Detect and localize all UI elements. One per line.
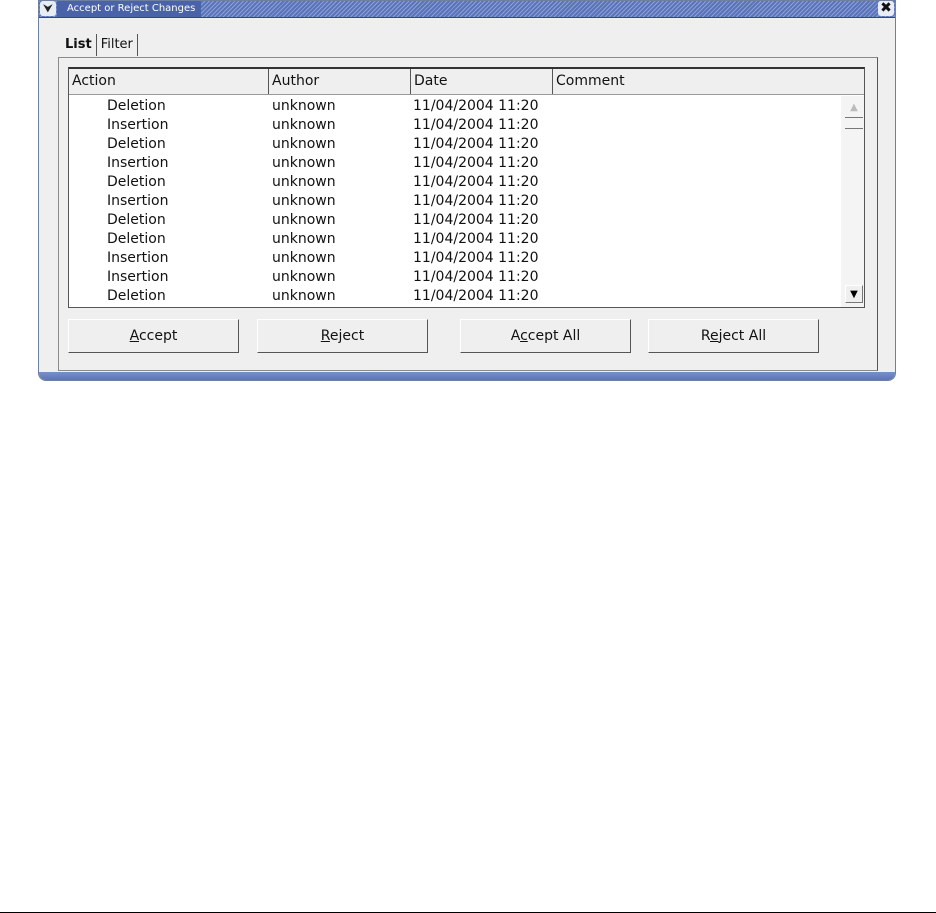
- cell-action: Deletion: [107, 231, 166, 247]
- cell-comment: [553, 230, 840, 249]
- tab-filter[interactable]: Filter: [97, 34, 138, 56]
- close-icon[interactable]: ✖: [878, 1, 894, 16]
- accept-button[interactable]: Accept: [68, 319, 239, 353]
- cell-action: Deletion: [107, 174, 166, 190]
- reject-label-rest: eject: [329, 328, 365, 344]
- cell-action: Insertion: [107, 117, 169, 133]
- cell-date: 11/04/2004 11:20: [413, 136, 539, 152]
- table-row[interactable]: Insertion unknown 11/04/2004 11:20: [69, 116, 840, 135]
- tab-list[interactable]: List: [61, 34, 97, 56]
- cell-date: 11/04/2004 11:20: [413, 250, 539, 266]
- cell-comment: [553, 192, 840, 211]
- table-row[interactable]: Deletion unknown 11/04/2004 11:20: [69, 211, 840, 230]
- cell-date: 11/04/2004 11:20: [413, 193, 539, 209]
- accept-all-label-start: A: [510, 328, 521, 344]
- scroll-up-arrow-icon[interactable]: ▲: [845, 99, 863, 117]
- table-row[interactable]: Deletion unknown 11/04/2004 11:20: [69, 135, 840, 154]
- column-header-comment[interactable]: Comment: [553, 69, 864, 94]
- cell-date: 11/04/2004 11:20: [413, 98, 539, 114]
- action-buttons: Accept Reject Accept All Reject All: [68, 319, 838, 353]
- tab-bar: List Filter: [61, 34, 138, 56]
- table-row[interactable]: Deletion unknown 11/04/2004 11:20: [69, 173, 840, 192]
- cell-comment: [553, 97, 840, 116]
- list-rows: Deletion unknown 11/04/2004 11:20 Insert…: [69, 97, 840, 306]
- reject-all-mnemonic: e: [709, 328, 719, 344]
- cell-date: 11/04/2004 11:20: [413, 174, 539, 190]
- cell-action: Deletion: [107, 212, 166, 228]
- cell-date: 11/04/2004 11:20: [413, 269, 539, 285]
- cell-author: unknown: [272, 98, 336, 114]
- cell-action: Insertion: [107, 250, 169, 266]
- scroll-down-arrow-icon[interactable]: ▼: [845, 285, 863, 303]
- accept-all-mnemonic: c: [520, 328, 528, 344]
- column-header-action[interactable]: Action: [69, 69, 269, 94]
- table-row[interactable]: Insertion unknown 11/04/2004 11:20: [69, 268, 840, 287]
- cell-author: unknown: [272, 155, 336, 171]
- cell-action: Deletion: [107, 136, 166, 152]
- list-header: Action Author Date Comment: [69, 69, 864, 95]
- reject-all-label-rest: ject All: [718, 328, 767, 344]
- window-titlebar[interactable]: ⮟ Accept or Reject Changes ✖: [39, 1, 895, 18]
- cell-comment: [553, 249, 840, 268]
- cell-comment: [553, 268, 840, 287]
- cell-author: unknown: [272, 174, 336, 190]
- cell-author: unknown: [272, 231, 336, 247]
- cell-comment: [553, 173, 840, 192]
- table-row[interactable]: Deletion unknown 11/04/2004 11:20: [69, 97, 840, 116]
- window-menu-icon[interactable]: ⮟: [40, 1, 56, 16]
- cell-author: unknown: [272, 269, 336, 285]
- cell-date: 11/04/2004 11:20: [413, 212, 539, 228]
- cell-author: unknown: [272, 117, 336, 133]
- cell-author: unknown: [272, 212, 336, 228]
- cell-date: 11/04/2004 11:20: [413, 288, 539, 304]
- accept-label-rest: ccept: [138, 328, 178, 344]
- cell-date: 11/04/2004 11:20: [413, 155, 539, 171]
- table-row[interactable]: Deletion unknown 11/04/2004 11:20: [69, 230, 840, 249]
- cell-date: 11/04/2004 11:20: [413, 231, 539, 247]
- cell-author: unknown: [272, 250, 336, 266]
- window-title: Accept or Reject Changes: [57, 1, 202, 17]
- reject-all-button[interactable]: Reject All: [648, 319, 819, 353]
- cell-action: Insertion: [107, 269, 169, 285]
- cell-comment: [553, 116, 840, 135]
- cell-date: 11/04/2004 11:20: [413, 117, 539, 133]
- cell-author: unknown: [272, 193, 336, 209]
- cell-action: Insertion: [107, 155, 169, 171]
- column-header-date[interactable]: Date: [411, 69, 553, 94]
- reject-button[interactable]: Reject: [257, 319, 428, 353]
- cell-author: unknown: [272, 136, 336, 152]
- cell-action: Insertion: [107, 193, 169, 209]
- cell-comment: [553, 287, 840, 306]
- cell-action: Deletion: [107, 288, 166, 304]
- reject-mnemonic: R: [320, 328, 330, 344]
- changes-list[interactable]: Action Author Date Comment Deletion unkn…: [68, 67, 865, 308]
- table-row[interactable]: Insertion unknown 11/04/2004 11:20: [69, 154, 840, 173]
- vertical-scrollbar[interactable]: ▲ ▼: [841, 96, 864, 307]
- cell-author: unknown: [272, 288, 336, 304]
- column-header-author[interactable]: Author: [269, 69, 411, 94]
- table-row[interactable]: Insertion unknown 11/04/2004 11:20: [69, 192, 840, 211]
- accept-mnemonic: A: [129, 328, 139, 344]
- reject-all-label-start: R: [700, 328, 710, 344]
- table-row[interactable]: Insertion unknown 11/04/2004 11:20: [69, 249, 840, 268]
- cell-comment: [553, 154, 840, 173]
- cell-comment: [553, 135, 840, 154]
- table-row[interactable]: Deletion unknown 11/04/2004 11:20: [69, 287, 840, 306]
- accept-all-button[interactable]: Accept All: [460, 319, 631, 353]
- scroll-thumb[interactable]: [845, 117, 863, 129]
- cell-comment: [553, 211, 840, 230]
- accept-reject-dialog: ⮟ Accept or Reject Changes ✖ List Filter…: [38, 0, 896, 381]
- cell-action: Deletion: [107, 98, 166, 114]
- accept-all-label-rest: cept All: [527, 328, 581, 344]
